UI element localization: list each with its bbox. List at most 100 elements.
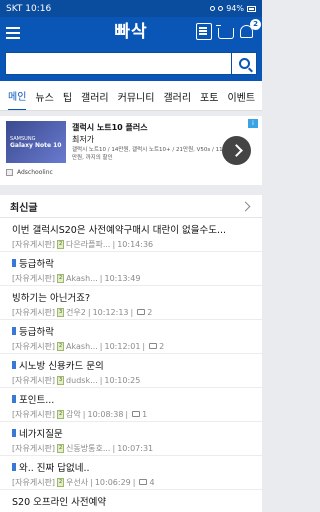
meta-separator: |: [99, 341, 103, 351]
meta-separator: |: [90, 477, 93, 487]
meta-separator: |: [142, 341, 146, 351]
search-bar: [0, 48, 262, 81]
post-author[interactable]: 다은라플파...: [66, 239, 110, 250]
comment-icon: [137, 309, 146, 315]
user-level-badge: 3: [57, 375, 65, 385]
post-title-row: 빙하기는 아닌거죠?: [12, 290, 252, 304]
post-list: 이번 갤럭시S20은 사전예약구매시 대란이 없을수도... [자유게시판] 2 다은…: [0, 218, 262, 512]
search-input[interactable]: [5, 52, 231, 75]
tab-info[interactable]: 갤러리: [81, 82, 109, 110]
recent-title: 최신글: [10, 202, 38, 214]
site-logo[interactable]: 빠삭: [96, 22, 166, 42]
comment-icon: [132, 411, 141, 417]
post-meta: [자유게시판] 2 Akash... | 10:13:49: [12, 272, 252, 284]
ad-source-label: Adschoolinc: [17, 169, 53, 176]
tab-event[interactable]: 이벤트: [227, 82, 255, 110]
cart-icon[interactable]: [216, 24, 234, 39]
post-author[interactable]: dudsk...: [66, 376, 98, 385]
tab-community[interactable]: 커뮤니티: [118, 82, 155, 110]
list-item[interactable]: 등급하락 [자유게시판] 2 Akash... | 10:12:01 | 2: [0, 320, 262, 354]
list-item[interactable]: 등급하락 [자유게시판] 2 Akash... | 10:13:49: [0, 252, 262, 286]
user-level-badge: 2: [57, 477, 65, 487]
status-bar: SKT 10:16 94%: [0, 0, 262, 17]
post-time: 10:14:36: [117, 239, 154, 249]
post-title: 시노방 신용카드 문의: [19, 361, 104, 372]
post-board: [자유게시판]: [12, 273, 56, 283]
tab-main[interactable]: 메인: [8, 81, 27, 110]
post-meta: [자유게시판] 3 dudsk... | 10:10:25: [12, 374, 252, 386]
post-time: 10:12:13: [92, 307, 129, 317]
post-board: [자유게시판]: [12, 341, 56, 351]
meta-separator: |: [82, 409, 86, 419]
ad-subtitle: 최저가: [72, 135, 95, 144]
recent-header[interactable]: 최신글: [0, 195, 262, 218]
post-title: 이번 갤럭시S20은 사전예약구매시 대란이 없을수도...: [12, 225, 227, 236]
user-level-badge: 2: [57, 239, 65, 249]
post-title-row: 이번 갤럭시S20은 사전예약구매시 대란이 없을수도...: [12, 222, 252, 236]
battery-icon: [247, 5, 256, 12]
alarm-icon: [210, 6, 216, 11]
post-meta: [자유게시판] 2 감악 | 10:08:38 | 1: [12, 408, 252, 420]
tab-photo[interactable]: 포토: [200, 82, 218, 110]
new-post-icon: [12, 429, 16, 437]
post-meta: [자유게시판] 2 다은라플파... | 10:14:36: [12, 238, 252, 250]
clock: 10:16: [25, 3, 52, 14]
tab-gallery[interactable]: 갤러리: [163, 82, 191, 110]
list-item[interactable]: 포인트... [자유게시판] 2 감악 | 10:08:38 | 1: [0, 388, 262, 422]
post-board: [자유게시판]: [12, 307, 56, 317]
post-title-row: 시노방 신용카드 문의: [12, 358, 252, 372]
post-title: 빙하기는 아닌거죠?: [12, 293, 90, 304]
post-author[interactable]: 우선사: [66, 477, 88, 488]
recent-posts: 최신글 이번 갤럭시S20은 사전예약구매시 대란이 없을수도... [자유게시판…: [0, 195, 262, 512]
user-level-badge: 2: [57, 443, 65, 453]
comment-count: 2: [147, 307, 153, 317]
ad-arrow-button[interactable]: [222, 136, 251, 165]
list-item[interactable]: 네가지질문 [자유게시판] 2 신동방통호... | 10:07:31: [0, 422, 262, 456]
post-author[interactable]: 건우2: [66, 307, 86, 318]
ad-choices-icon[interactable]: i: [248, 119, 258, 128]
list-item[interactable]: 빙하기는 아닌거죠? [자유게시판] 3 건우2 | 10:12:13 | 2: [0, 286, 262, 320]
new-post-icon: [12, 463, 16, 471]
list-item[interactable]: 시노방 신용카드 문의 [자유게시판] 3 dudsk... | 10:10:25: [0, 354, 262, 388]
post-author[interactable]: 감악: [66, 409, 81, 420]
menu-icon[interactable]: [6, 26, 20, 39]
document-icon[interactable]: [196, 23, 212, 40]
post-board: [자유게시판]: [12, 477, 56, 487]
post-meta: [자유게시판] 2 우선사 | 10:06:29 | 4: [12, 476, 252, 488]
tab-news[interactable]: 뉴스: [35, 82, 53, 110]
meta-separator: |: [87, 307, 91, 317]
battery-percent: 94%: [226, 4, 244, 13]
post-time: 10:07:31: [117, 443, 154, 453]
category-tabs: 메인 뉴스 팁 갤러리 커뮤니티 갤러리 포토 이벤트: [0, 81, 262, 111]
new-post-icon: [12, 395, 16, 403]
post-title-row: 와.. 진짜 답없네..: [12, 460, 252, 474]
chevron-right-icon: [240, 201, 251, 211]
post-title: 포인트...: [19, 395, 55, 406]
list-item[interactable]: 와.. 진짜 답없네.. [자유게시판] 2 우선사 | 10:06:29 | 4: [0, 456, 262, 490]
comment-count: 1: [142, 409, 148, 419]
tab-tips[interactable]: 팁: [63, 82, 72, 110]
meta-separator: |: [130, 307, 134, 317]
post-meta: [자유게시판] 2 신동방통호... | 10:07:31: [12, 442, 252, 454]
post-title: 등급하락: [19, 327, 54, 338]
post-title: S20 오프라인 사전예약: [12, 497, 107, 508]
post-title: 와.. 진짜 답없네..: [19, 463, 90, 474]
ad-source: Adschoolinc: [6, 169, 53, 176]
meta-separator: |: [112, 239, 116, 249]
meta-separator: |: [112, 443, 116, 453]
post-board: [자유게시판]: [12, 443, 56, 453]
post-time: 10:10:25: [104, 375, 141, 385]
post-author[interactable]: Akash...: [66, 342, 98, 351]
post-author[interactable]: Akash...: [66, 274, 98, 283]
post-meta: [자유게시판] 3 건우2 | 10:12:13 | 2: [12, 306, 252, 318]
list-item[interactable]: 이번 갤럭시S20은 사전예약구매시 대란이 없을수도... [자유게시판] 2 다은…: [0, 218, 262, 252]
user-level-badge: 2: [57, 273, 65, 283]
post-author[interactable]: 신동방통호...: [66, 443, 110, 454]
meta-separator: |: [99, 375, 103, 385]
search-button[interactable]: [231, 52, 257, 75]
ad-banner[interactable]: i SAMSUNG Galaxy Note 10 갤럭시 노트10 플러스 최저…: [0, 116, 262, 185]
notification-button[interactable]: 2: [240, 19, 261, 40]
list-item[interactable]: S20 오프라인 사전예약: [0, 490, 262, 512]
meta-separator: |: [132, 477, 136, 487]
user-level-badge: 3: [57, 307, 65, 317]
